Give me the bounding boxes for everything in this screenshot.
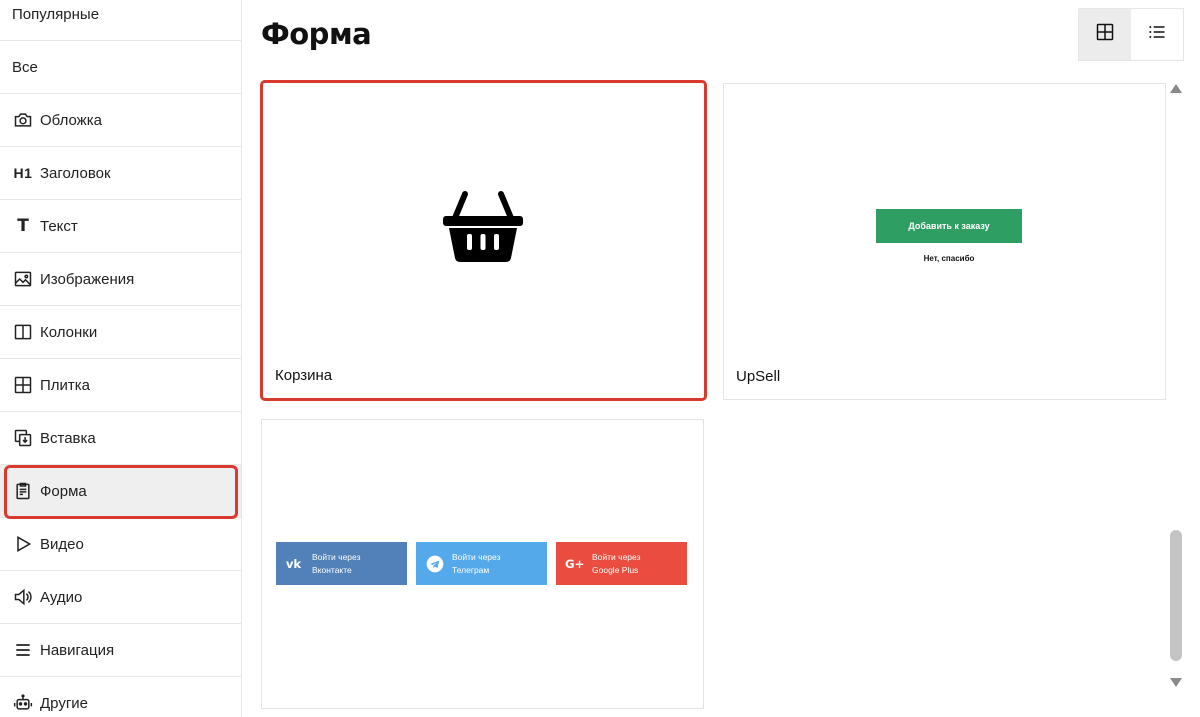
sidebar-item-label: Плитка [40,376,91,394]
sidebar-item-label: Другие [40,694,89,712]
social-line-1: Войти через [592,551,641,562]
grid-view-button[interactable] [1079,9,1131,60]
google-plus-icon: G+ [564,553,586,575]
sidebar-item-label: Все [12,58,38,76]
h1-icon: H1 [13,165,33,181]
card-label: Корзина [275,367,333,384]
sidebar-item-label: Вставка [40,429,96,447]
main-content: Форма Корзина Добавить к заказу Нет, спа… [242,0,1200,717]
sidebar-item-form[interactable]: Форма [0,465,241,518]
card-label: UpSell [736,368,781,385]
sidebar-item-popular[interactable]: Популярные [0,0,241,41]
sidebar-item-label: Популярные [12,5,100,23]
basket-icon [441,188,525,264]
block-card-social-login[interactable]: vk Войти через Вконтакте Войти через Тел… [261,419,704,709]
text-icon: T [17,216,29,236]
upsell-decline-text: Нет, спасибо [923,254,975,263]
sidebar-item-all[interactable]: Все [0,41,241,94]
speaker-icon [12,586,34,608]
block-card-cart[interactable]: Корзина [260,80,707,401]
sidebar-item-heading[interactable]: H1 Заголовок [0,147,241,200]
tiles-icon [12,374,34,396]
menu-icon [12,639,34,661]
sidebar-item-columns[interactable]: Колонки [0,306,241,359]
vk-login-preview: vk Войти через Вконтакте [276,542,407,585]
sidebar-item-navigation[interactable]: Навигация [0,624,241,677]
list-view-button[interactable] [1131,9,1183,60]
sidebar-item-video[interactable]: Видео [0,518,241,571]
vk-icon: vk [284,553,306,575]
scroll-down-arrow[interactable] [1170,678,1182,687]
social-line-2: Телеграм [452,564,490,575]
sidebar-item-label: Видео [40,535,84,553]
list-icon [1147,22,1167,47]
scrollbar-thumb[interactable] [1170,530,1182,661]
sidebar-item-other[interactable]: Другие [0,677,241,717]
sidebar-item-label: Навигация [40,641,115,659]
svg-text:vk: vk [286,557,302,571]
social-line-2: Google Plus [592,564,639,575]
sidebar-item-label: Текст [40,217,78,235]
sidebar-item-label: Колонки [40,323,98,341]
form-icon [12,480,34,502]
play-icon [12,533,34,555]
page-title: Форма [261,17,372,51]
sidebar-item-cover[interactable]: Обложка [0,94,241,147]
sidebar-item-audio[interactable]: Аудио [0,571,241,624]
google-plus-login-preview: G+ Войти через Google Plus [556,542,687,585]
image-icon [12,268,34,290]
columns-icon [12,321,34,343]
app: Популярные Все Обложка H1 Заголовок T Те… [0,0,1200,717]
sidebar-item-label: Обложка [40,111,102,129]
view-toggle [1078,8,1184,61]
sidebar: Популярные Все Обложка H1 Заголовок T Те… [0,0,242,717]
block-card-upsell[interactable]: Добавить к заказу Нет, спасибо UpSell [723,83,1166,400]
svg-text:G+: G+ [565,557,584,571]
upsell-add-button: Добавить к заказу [876,209,1022,243]
sidebar-item-images[interactable]: Изображения [0,253,241,306]
social-line-1: Войти через [312,551,361,562]
social-line-2: Вконтакте [312,564,352,575]
sidebar-item-label: Форма [40,482,87,500]
camera-icon [12,109,34,131]
telegram-login-preview: Войти через Телеграм [416,542,547,585]
sidebar-item-label: Аудио [40,588,83,606]
sidebar-item-insert[interactable]: Вставка [0,412,241,465]
social-line-1: Войти через [452,551,501,562]
sidebar-item-label: Изображения [40,270,135,288]
scroll-up-arrow[interactable] [1170,84,1182,93]
robot-icon [12,692,34,714]
sidebar-item-label: Заголовок [40,164,111,182]
sidebar-item-tiles[interactable]: Плитка [0,359,241,412]
sidebar-item-text[interactable]: T Текст [0,200,241,253]
insert-icon [12,427,34,449]
telegram-icon [424,553,446,575]
grid-icon [1095,22,1115,47]
